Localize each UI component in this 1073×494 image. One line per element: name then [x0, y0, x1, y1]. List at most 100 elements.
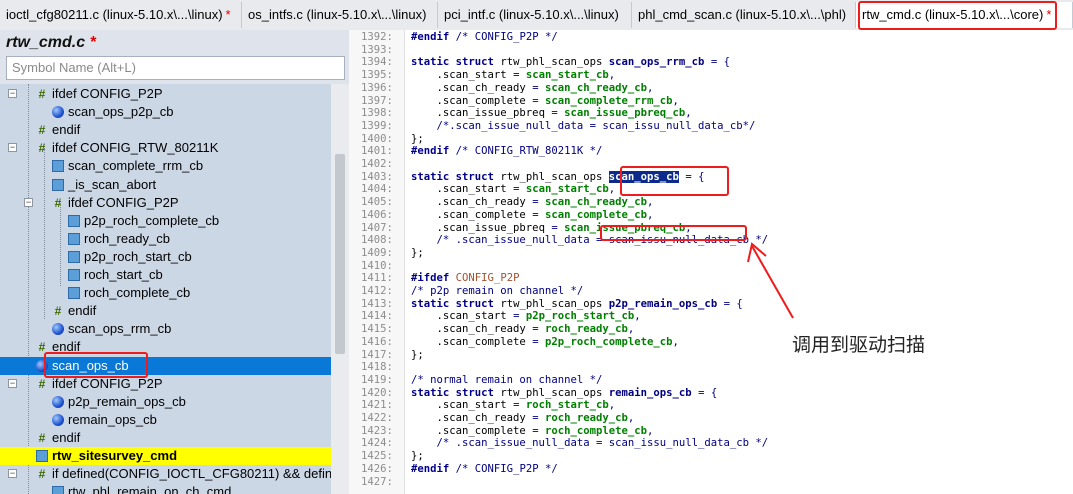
- struct-var-icon: [52, 413, 64, 426]
- tree-item[interactable]: roch_ready_cb: [0, 230, 331, 248]
- code-line[interactable]: 1405: .scan_ch_ready = scan_ch_ready_cb,: [349, 196, 1073, 209]
- tree-item-label: scan_ops_p2p_cb: [68, 104, 174, 120]
- code-text: .scan_issue_pbreq = scan_issue_pbreq_cb,: [436, 107, 692, 120]
- tree-item-label: roch_complete_cb: [84, 285, 191, 301]
- code-line[interactable]: 1404: .scan_start = scan_start_cb,: [349, 183, 1073, 196]
- code-line[interactable]: 1412: /* p2p remain on channel */: [349, 285, 1073, 298]
- code-line[interactable]: 1402:: [349, 158, 1073, 171]
- code-text: #endif /* CONFIG_P2P */: [411, 462, 558, 475]
- code-line[interactable]: 1408: /* .scan_issue_null_data = scan_is…: [349, 234, 1073, 247]
- tree-item-label: roch_start_cb: [84, 267, 163, 282]
- tree-item[interactable]: scan_ops_p2p_cb: [0, 103, 331, 121]
- code-line[interactable]: 1417:};: [349, 349, 1073, 362]
- code-line[interactable]: 1399: /*.scan_issue_null_data = scan_iss…: [349, 120, 1073, 133]
- tab-phl-cmd-scan[interactable]: phl_cmd_scan.c (linux-5.10.x\...\phl): [632, 2, 856, 28]
- code-line[interactable]: 1398: .scan_issue_pbreq = scan_issue_pbr…: [349, 107, 1073, 120]
- code-text: .scan_start = scan_start_cb,: [436, 183, 616, 196]
- line-number: 1398:: [361, 107, 393, 120]
- tree-item[interactable]: scan_complete_rrm_cb: [0, 157, 331, 175]
- tree-item[interactable]: # endif: [0, 429, 331, 447]
- tree-item[interactable]: scan_ops_rrm_cb: [0, 320, 331, 338]
- tree-item[interactable]: roch_start_cb: [0, 266, 331, 284]
- line-number: 1412:: [361, 285, 393, 297]
- code-line[interactable]: 1418:: [349, 361, 1073, 374]
- tree-item[interactable]: − # ifdef CONFIG_RTW_80211K: [0, 139, 331, 157]
- tree-item-label: endif: [52, 429, 81, 445]
- symbol-search-input[interactable]: Symbol Name (Alt+L): [6, 56, 345, 80]
- code-line[interactable]: 1420: static struct rtw_phl_scan_ops rema…: [349, 387, 1073, 400]
- code-text: .scan_start = roch_start_cb,: [436, 399, 616, 412]
- code-text: #ifdef CONFIG_P2P: [411, 272, 520, 285]
- code-line[interactable]: 1395: .scan_start = scan_start_cb,: [349, 69, 1073, 82]
- line-number: 1401:: [361, 145, 393, 158]
- code-line[interactable]: 1425:};: [349, 450, 1073, 463]
- code-line[interactable]: 1396: .scan_ch_ready = scan_ch_ready_cb,: [349, 82, 1073, 95]
- code-text: .scan_complete = p2p_roch_complete_cb,: [436, 335, 679, 348]
- code-line[interactable]: 1414: .scan_start = p2p_roch_start_cb,: [349, 310, 1073, 323]
- tree-item[interactable]: p2p_roch_start_cb: [0, 248, 331, 266]
- tree-item-label: ifdef CONFIG_P2P: [52, 86, 163, 101]
- expand-toggle[interactable]: −: [8, 89, 17, 98]
- line-number: 1414:: [361, 310, 393, 323]
- code-line[interactable]: 1397: .scan_complete = scan_complete_rrm…: [349, 95, 1073, 108]
- code-line[interactable]: 1400:};: [349, 133, 1073, 146]
- code-line[interactable]: 1411: #ifdef CONFIG_P2P: [349, 272, 1073, 285]
- code-line[interactable]: 1421: .scan_start = roch_start_cb,: [349, 399, 1073, 412]
- tree-item[interactable]: p2p_remain_ops_cb: [0, 393, 331, 411]
- tab-pci-intf[interactable]: pci_intf.c (linux-5.10.x\...\linux): [438, 2, 632, 28]
- code-line[interactable]: 1403: static struct rtw_phl_scan_ops scan…: [349, 170, 1073, 184]
- tree-item[interactable]: _is_scan_abort: [0, 176, 331, 194]
- tree-item[interactable]: scan_ops_cb: [0, 356, 331, 375]
- code-line[interactable]: 1416: .scan_complete = p2p_roch_complete…: [349, 336, 1073, 349]
- tree-item[interactable]: # endif: [0, 338, 331, 356]
- expand-toggle[interactable]: −: [8, 378, 17, 388]
- code-text: /* .scan_issue_null_data = scan_issu_nul…: [411, 437, 769, 450]
- tree-item[interactable]: − # if defined(CONFIG_IOCTL_CFG80211) && d…: [0, 465, 331, 483]
- ifdef-icon: #: [38, 430, 46, 445]
- code-text: .scan_complete = scan_complete_rrm_cb,: [436, 94, 679, 107]
- symbol-panel-title: rtw_cmd.c *: [6, 34, 96, 51]
- expand-toggle[interactable]: −: [24, 197, 33, 207]
- line-number: 1424:: [361, 437, 393, 450]
- code-text: static struct rtw_phl_scan_ops remain_op…: [411, 386, 718, 399]
- code-line[interactable]: 1407: .scan_issue_pbreq = scan_issue_pbr…: [349, 222, 1073, 235]
- code-line[interactable]: 1392: #endif /* CONFIG_P2P */: [349, 31, 1073, 44]
- symbol-tree-scrollbar[interactable]: [331, 84, 349, 494]
- code-line[interactable]: 1410:: [349, 260, 1073, 273]
- code-line[interactable]: 1401: #endif /* CONFIG_RTW_80211K */: [349, 145, 1073, 158]
- tab-label: phl_cmd_scan.c (linux-5.10.x\...\phl): [638, 7, 847, 22]
- code-line[interactable]: 1424: /* .scan_issue_null_data = scan_is…: [349, 437, 1073, 450]
- tree-item[interactable]: roch_complete_cb: [0, 284, 331, 302]
- tab-rtw-cmd[interactable]: rtw_cmd.c (linux-5.10.x\...\core) *: [856, 2, 1073, 28]
- tab-ioctl-cfg80211[interactable]: ioctl_cfg80211.c (linux-5.10.x\...\linux…: [0, 2, 242, 28]
- code-line[interactable]: 1406: .scan_complete = scan_complete_cb,: [349, 209, 1073, 222]
- tree-item[interactable]: remain_ops_cb: [0, 411, 331, 429]
- code-line[interactable]: 1409:};: [349, 247, 1073, 260]
- code-line[interactable]: 1413: static struct rtw_phl_scan_ops p2p_…: [349, 298, 1073, 311]
- tab-os-intfs[interactable]: os_intfs.c (linux-5.10.x\...\linux): [242, 2, 438, 28]
- tree-item[interactable]: rtw_sitesurvey_cmd: [0, 447, 331, 465]
- code-line[interactable]: 1426: #endif /* CONFIG_P2P */: [349, 463, 1073, 476]
- code-line[interactable]: 1394: static struct rtw_phl_scan_ops scan…: [349, 56, 1073, 69]
- tree-item[interactable]: # endif: [0, 302, 331, 320]
- code-line[interactable]: 1422: .scan_ch_ready = roch_ready_cb,: [349, 412, 1073, 425]
- tree-item[interactable]: p2p_roch_complete_cb: [0, 212, 331, 230]
- code-editor[interactable]: 1392: #endif /* CONFIG_P2P */ 1393: 1394: st…: [349, 30, 1073, 494]
- code-line[interactable]: 1419: /* normal remain on channel */: [349, 374, 1073, 387]
- tree-item[interactable]: rtw_phl_remain_on_ch_cmd: [0, 483, 331, 494]
- scrollbar-thumb[interactable]: [335, 154, 345, 354]
- line-number: 1416:: [361, 335, 393, 348]
- tree-item[interactable]: − # ifdef CONFIG_P2P: [0, 85, 331, 103]
- expand-toggle[interactable]: −: [8, 143, 17, 153]
- code-text: };: [411, 348, 424, 361]
- tree-item[interactable]: − # ifdef CONFIG_P2P: [0, 194, 331, 212]
- code-line[interactable]: 1423: .scan_complete = roch_complete_cb,: [349, 425, 1073, 438]
- expand-toggle[interactable]: −: [8, 469, 17, 479]
- annotation-label: 调用到驱动扫描: [792, 334, 926, 356]
- code-line[interactable]: 1427:: [349, 476, 1073, 489]
- code-line[interactable]: 1415: .scan_ch_ready = roch_ready_cb,: [349, 323, 1073, 336]
- tree-item[interactable]: # endif: [0, 121, 331, 139]
- code-line[interactable]: 1393:: [349, 44, 1073, 57]
- tree-item[interactable]: − # ifdef CONFIG_P2P: [0, 375, 331, 393]
- code-text: .scan_start = scan_start_cb,: [436, 69, 616, 82]
